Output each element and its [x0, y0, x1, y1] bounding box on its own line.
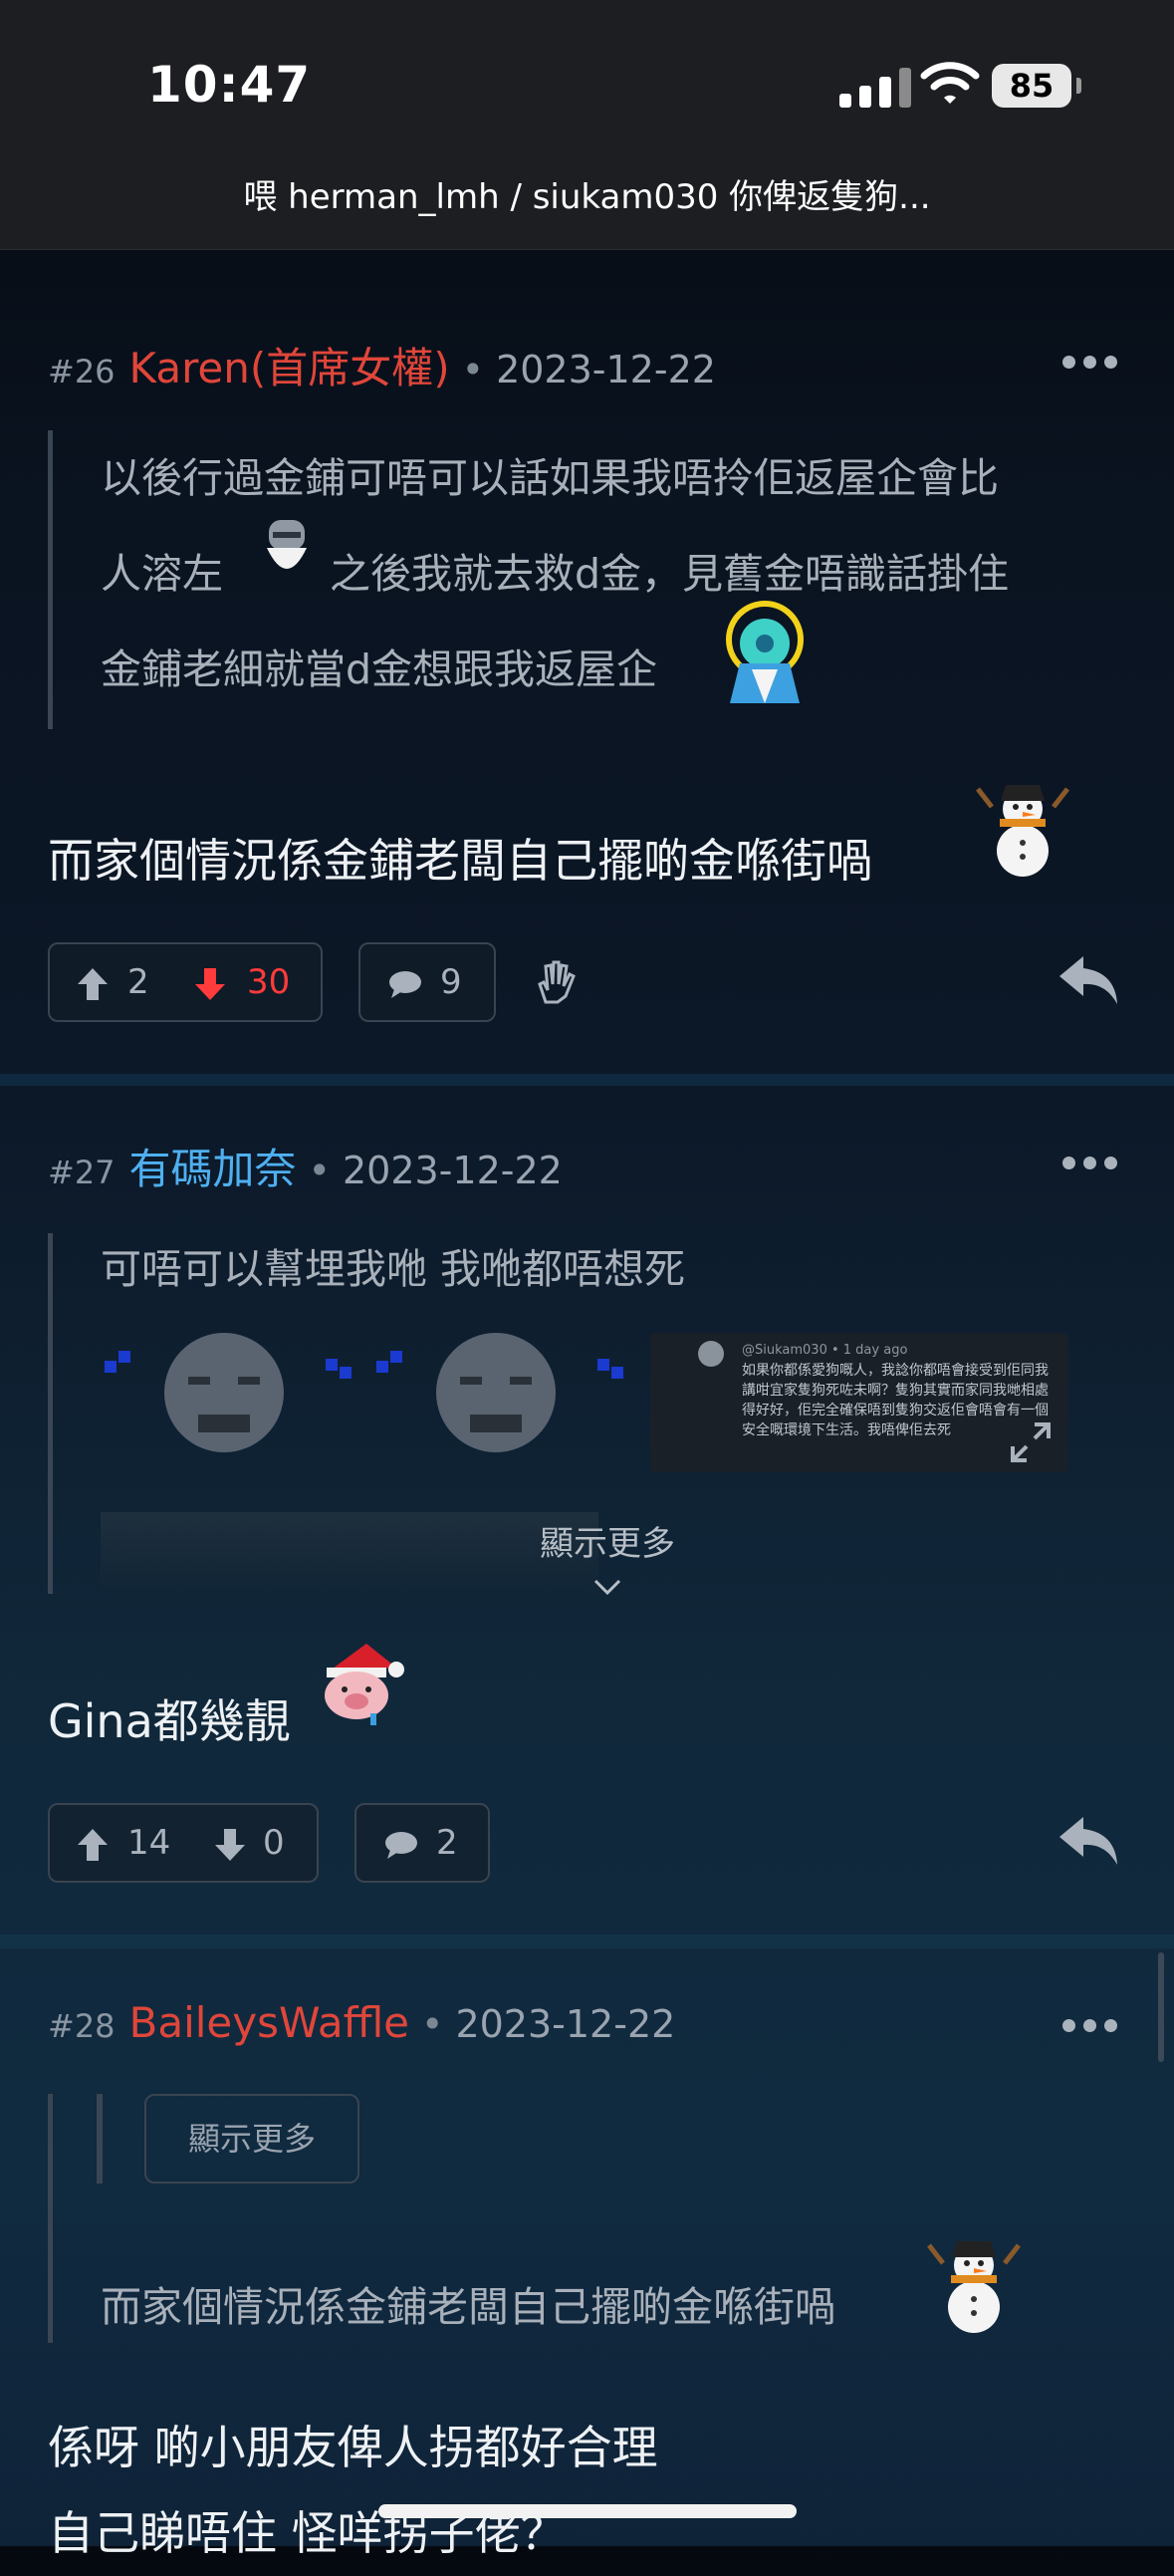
status-time: 10:47 [147, 56, 312, 114]
post-body: 係呀 啲小朋友俾人拐都好合理 自己睇唔住 怪咩拐子佬？ [48, 2405, 658, 2576]
downvote-count: 30 [247, 962, 291, 1002]
embedded-user: @Siukam030 • 1 day ago [742, 1343, 908, 1358]
post-divider [0, 1934, 1174, 1948]
battery-icon: 85 [992, 64, 1081, 108]
comment-icon [385, 1832, 417, 1859]
scrollbar[interactable] [1158, 1952, 1164, 2062]
post-divider [0, 1074, 1174, 1086]
post-body: 而家個情況係金鋪老闆自己擺啲金喺街喎 [48, 834, 872, 888]
upvote-count: 2 [127, 962, 149, 1002]
thread-title[interactable]: 喂 herman_lmh / siukam030 你俾返隻狗... [0, 149, 1174, 250]
comment-count: 9 [440, 962, 462, 1002]
username[interactable]: BaileysWaffle [129, 1998, 410, 2047]
post-header: #27 有碼加奈 • 2023-12-22 [48, 1136, 563, 1196]
reply-icon[interactable] [1059, 1817, 1119, 1867]
separator-dot: • [421, 2002, 444, 2046]
arrow-up-icon[interactable] [78, 968, 108, 1000]
downvote-count: 0 [263, 1823, 285, 1863]
arrow-down-icon[interactable] [195, 968, 225, 1000]
quote-line: 金鋪老細就當d金想跟我返屋企 [101, 645, 658, 693]
post-body-line: 係呀 啲小朋友俾人拐都好合理 [48, 2421, 658, 2474]
show-more-button[interactable]: 顯示更多 [144, 2094, 359, 2184]
post-header: #26 Karen(首席女權) • 2023-12-22 [48, 335, 716, 395]
crying-face-emoji [376, 1333, 623, 1452]
status-bar: 10:47 85 [0, 0, 1174, 149]
crying-face-emoji [105, 1333, 352, 1452]
show-more-button[interactable]: 顯示更多 [458, 1516, 757, 1605]
comment-icon [389, 971, 421, 998]
username[interactable]: Karen(首席女權) [129, 344, 450, 392]
chevron-down-icon [593, 1579, 621, 1596]
quote-line: 人溶左 [101, 550, 223, 598]
post-date: 2023-12-22 [342, 1149, 563, 1192]
more-options-icon[interactable] [1062, 1157, 1118, 1170]
expand-icon[interactable] [1009, 1420, 1053, 1464]
post-number: #28 [48, 2007, 116, 2045]
vote-button-group: 14 0 [48, 1803, 319, 1883]
post-number: #26 [48, 353, 116, 390]
home-indicator[interactable] [378, 2504, 797, 2518]
quote-line: 之後我就去救d金，見舊金唔識話掛住 [330, 550, 1010, 598]
post-header: #28 BaileysWaffle • 2023-12-22 [48, 1998, 675, 2047]
comment-button[interactable]: 9 [358, 942, 496, 1022]
username[interactable]: 有碼加奈 [129, 1145, 297, 1193]
snowman-emoji [976, 785, 1069, 877]
post-body: Gina都幾靚 [48, 1694, 291, 1748]
cellular-signal-icon [839, 68, 911, 108]
separator-dot: • [308, 1149, 331, 1192]
bearded-face-emoji [267, 520, 307, 569]
pig-santa-emoji [325, 1644, 404, 1725]
more-options-icon[interactable] [1062, 2019, 1118, 2033]
more-options-icon[interactable] [1062, 356, 1118, 370]
comment-count: 2 [436, 1823, 458, 1863]
arrow-up-icon[interactable] [78, 1829, 108, 1861]
upvote-count: 14 [127, 1823, 171, 1863]
embedded-screenshot[interactable]: @Siukam030 • 1 day ago 如果你都係愛狗嘅人，我諗你都唔會接… [650, 1333, 1068, 1472]
comment-button[interactable]: 2 [354, 1803, 490, 1883]
nested-quote-bar [97, 2094, 103, 2184]
ghost-emoji [726, 601, 804, 703]
post-date: 2023-12-22 [496, 348, 716, 391]
avatar [698, 1341, 724, 1367]
quote-block: 以後行過金鋪可唔可以話如果我唔拎佢返屋企會比 人溶左 之後我就去救d金，見舊金唔… [48, 430, 1123, 729]
quote-line: 而家個情況係金鋪老闆自己擺啲金喺街喎 [101, 2283, 835, 2331]
quote-block: 顯示更多 而家個情況係金鋪老闆自己擺啲金喺街喎 [48, 2094, 1103, 2343]
hand-icon[interactable] [536, 960, 576, 1004]
show-more-label: 顯示更多 [540, 1524, 675, 1564]
vote-button-group: 2 30 [48, 942, 323, 1022]
wifi-icon [920, 62, 980, 104]
reply-icon[interactable] [1059, 956, 1119, 1006]
snowman-emoji [927, 2241, 1021, 2333]
arrow-down-icon[interactable] [215, 1829, 245, 1861]
post-number: #27 [48, 1154, 116, 1191]
post-date: 2023-12-22 [455, 2002, 676, 2046]
quote-line: 以後行過金鋪可唔可以話如果我唔拎佢返屋企會比 [101, 454, 999, 502]
post-body-line: 自己睇唔住 怪咩拐子佬？ [48, 2506, 567, 2560]
separator-dot: • [461, 348, 485, 391]
quote-line: 可唔可以幫埋我咃 我咃都唔想死 [101, 1245, 686, 1293]
